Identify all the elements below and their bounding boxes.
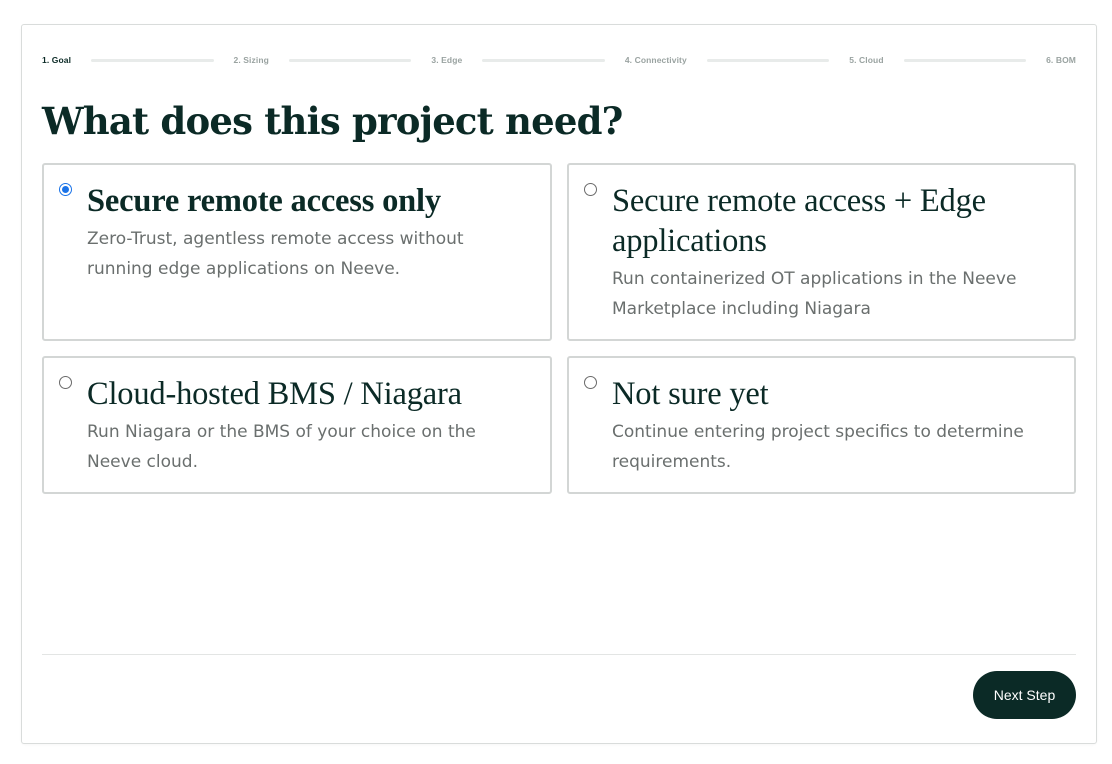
step-edge[interactable]: 3. Edge <box>431 55 462 65</box>
next-step-button[interactable]: Next Step <box>973 671 1076 719</box>
footer-divider <box>42 654 1076 655</box>
step-cloud[interactable]: 5. Cloud <box>849 55 883 65</box>
step-sizing[interactable]: 2. Sizing <box>234 55 269 65</box>
option-description: Run containerized OT applications in the… <box>612 269 1017 319</box>
option-radio-cloud-bms[interactable] <box>59 376 72 389</box>
step-bom[interactable]: 6. BOM <box>1046 55 1076 65</box>
option-title: Secure remote access + Edge applications <box>612 183 986 259</box>
option-title: Cloud-hosted BMS / Niagara <box>87 376 462 412</box>
option-description: Run Niagara or the BMS of your choice on… <box>87 422 476 472</box>
step-connectivity[interactable]: 4. Connectivity <box>625 55 687 65</box>
step-connector <box>706 58 830 62</box>
option-radio-not-sure[interactable] <box>584 376 597 389</box>
step-connector <box>91 58 214 62</box>
option-title: Not sure yet <box>612 376 769 412</box>
option-card-remote-access-only[interactable]: Secure remote access only Zero-Trust, ag… <box>42 163 552 341</box>
step-connector <box>482 58 605 62</box>
page-title: What does this project need? <box>42 99 623 143</box>
step-goal[interactable]: 1. Goal <box>42 55 71 65</box>
option-card-remote-access-edge[interactable]: Secure remote access + Edge applications… <box>567 163 1076 341</box>
option-description: Zero-Trust, agentless remote access with… <box>87 229 464 279</box>
wizard-card: 1. Goal 2. Sizing 3. Edge 4. Connectivit… <box>21 24 1097 744</box>
progress-stepper: 1. Goal 2. Sizing 3. Edge 4. Connectivit… <box>42 53 1076 67</box>
step-connector <box>288 58 412 62</box>
option-description: Continue entering project specifics to d… <box>612 422 1024 472</box>
option-card-cloud-bms[interactable]: Cloud-hosted BMS / Niagara Run Niagara o… <box>42 356 552 494</box>
step-connector <box>903 58 1027 62</box>
option-title: Secure remote access only <box>87 183 441 219</box>
option-card-not-sure[interactable]: Not sure yet Continue entering project s… <box>567 356 1076 494</box>
option-radio-remote-access-edge[interactable] <box>584 183 597 196</box>
option-radio-remote-access-only[interactable] <box>59 183 72 196</box>
